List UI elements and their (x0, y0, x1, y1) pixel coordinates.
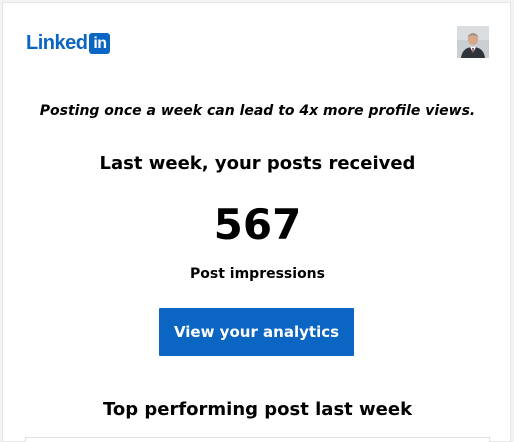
summary-heading: Last week, your posts received (99, 153, 416, 174)
tip-text: Posting once a week can lead to 4x more … (39, 103, 476, 119)
email-header: Linked in (3, 3, 510, 83)
top-post-card[interactable] (25, 437, 490, 442)
email-card: Linked in Posting once a week can lead t… (2, 2, 511, 442)
logo-wordmark: Linked (26, 32, 88, 54)
profile-photo-icon (457, 26, 489, 58)
logo-in-box: in (89, 32, 111, 54)
linkedin-logo[interactable]: Linked in (26, 32, 111, 54)
top-post-heading: Top performing post last week (102, 399, 413, 420)
impressions-count: 567 (213, 200, 302, 249)
impressions-label: Post impressions (190, 266, 325, 282)
avatar[interactable] (457, 26, 489, 58)
view-analytics-button[interactable]: View your analytics (159, 308, 354, 356)
